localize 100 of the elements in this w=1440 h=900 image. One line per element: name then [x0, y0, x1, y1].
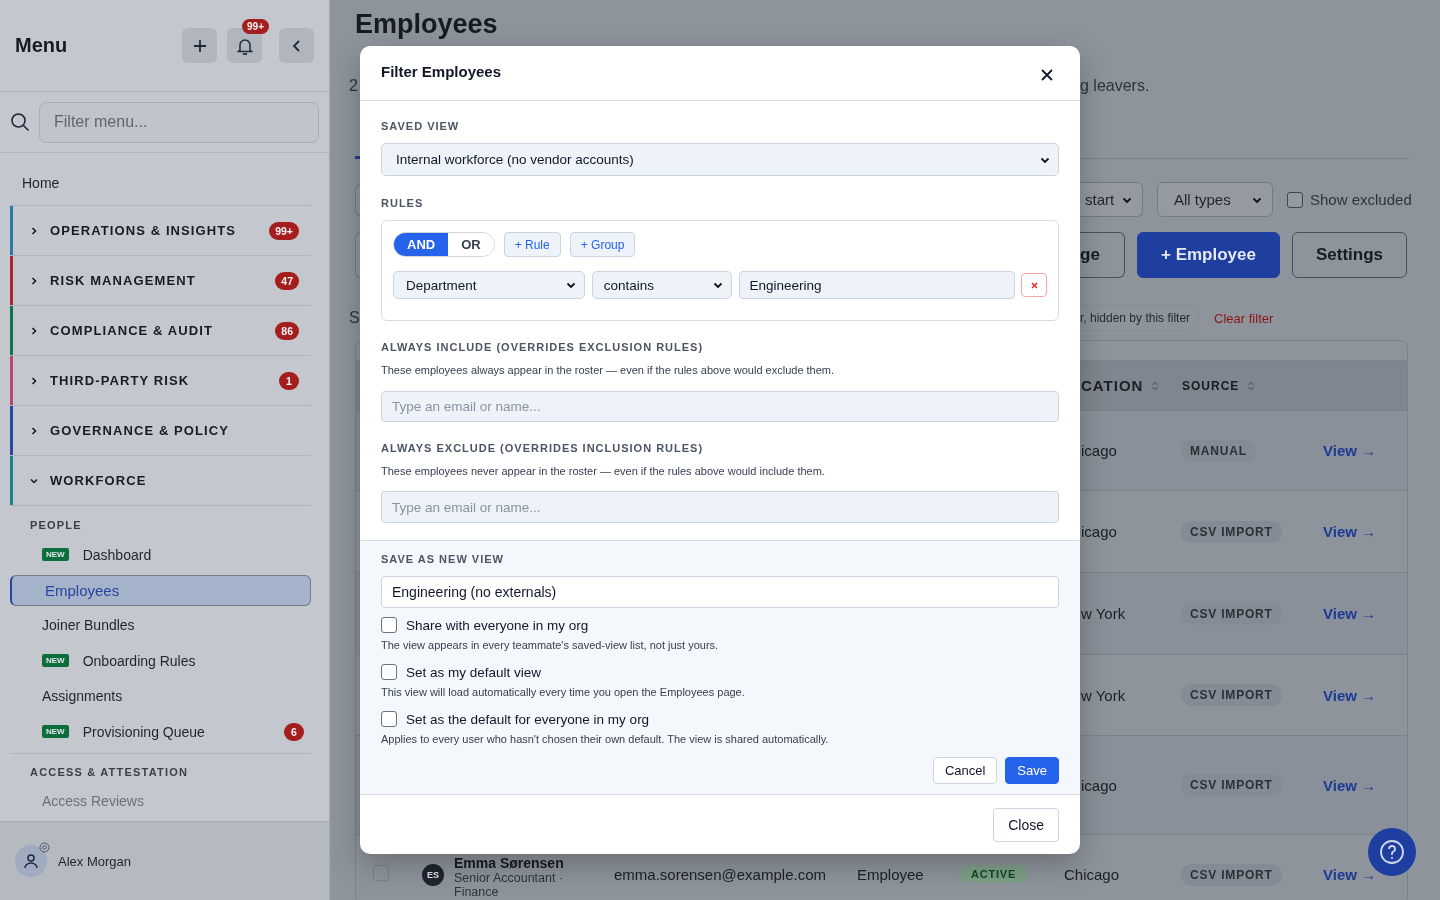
nav-item-label: Dashboard [82, 546, 152, 563]
table-cell: emma.sorensen@example.com [614, 866, 826, 883]
new-badge: NEW [42, 548, 69, 562]
nav-item[interactable]: NEW Provisioning Queue 6 [10, 714, 311, 750]
checkbox[interactable] [381, 711, 397, 727]
close-icon [1041, 69, 1053, 81]
chevron-right-icon [29, 425, 39, 436]
checkbox[interactable] [1287, 191, 1303, 208]
table-cell: w York [1081, 605, 1126, 622]
nav-group[interactable]: RISK MANAGEMENT 47 [10, 256, 311, 306]
add-employee-button[interactable]: + Employee [1137, 232, 1280, 278]
nav-item[interactable]: NEW Onboarding Rules [10, 643, 311, 679]
option-hint: Applies to every user who hasn't chosen their own default. The view is shared automatically. [381, 732, 830, 746]
save-button[interactable]: Save [1005, 757, 1059, 784]
field-description: These employees never appear in the roster — even if the rules above would include them. [381, 464, 826, 478]
count-badge: 6 [284, 722, 304, 741]
nav-group-label: WORKFORCE [50, 473, 148, 488]
nav-group-label: OPERATIONS & INSIGHTS [50, 223, 238, 238]
table-cell: icago [1081, 776, 1117, 794]
table-cell: Chicago [1064, 866, 1120, 883]
people-input[interactable]: Type an email or name... [381, 491, 1059, 523]
table-cell: w York [1081, 686, 1126, 704]
row-checkbox[interactable] [373, 865, 389, 881]
option-hint: This view will load automatically every time you open the Employees page. [381, 685, 746, 699]
close-dialog-button[interactable]: Close [993, 807, 1059, 842]
nav-item[interactable]: Assignments [10, 678, 311, 714]
cancel-button[interactable]: Cancel [932, 757, 998, 784]
notification-badge: 99+ [242, 19, 269, 34]
close-button[interactable] [1039, 67, 1055, 83]
dialog-title: Filter Employees [381, 63, 502, 80]
nav-item-label: Joiner Bundles [42, 617, 135, 634]
nav-group[interactable]: WORKFORCE [10, 456, 311, 506]
source-badge: MANUAL [1181, 439, 1256, 462]
collapse-button[interactable] [279, 28, 314, 63]
source-badge: CSV IMPORT [1181, 774, 1282, 796]
checkbox-label: Show excluded [1310, 191, 1412, 208]
column-header[interactable]: SOURCE [1182, 378, 1256, 393]
field-label: SAVE AS NEW VIEW [381, 552, 505, 566]
operator-toggle[interactable]: AND [394, 233, 449, 256]
source-badge: CSV IMPORT [1181, 864, 1282, 886]
nav-item[interactable]: NEW Dashboard [10, 537, 311, 573]
chevron-right-icon [29, 275, 39, 286]
add-button[interactable]: + Group [569, 232, 636, 257]
checkbox-label: Set as the default for everyone in my org [406, 711, 650, 727]
table-cell: Employee [857, 866, 924, 883]
source-badge: CSV IMPORT [1181, 520, 1282, 543]
people-input[interactable]: Type an email or name... [381, 391, 1059, 422]
page-button[interactable]: ge [1080, 232, 1125, 278]
chevron-down-icon [565, 280, 576, 290]
notifications-button[interactable] [227, 28, 262, 63]
checkbox-label: Set as my default view [406, 664, 542, 680]
avatar[interactable] [15, 845, 47, 877]
nav-item[interactable]: Joiner Bundles [10, 607, 311, 643]
nav-group-label: THIRD-PARTY RISK [50, 373, 191, 388]
sort-icon [1247, 380, 1256, 391]
checkbox[interactable] [381, 664, 397, 680]
source-badge: CSV IMPORT [1181, 602, 1282, 625]
checkbox-label: Share with everyone in my org [406, 617, 589, 633]
gear-icon [39, 842, 50, 853]
page-button[interactable]: Settings [1291, 232, 1408, 278]
nav-group[interactable]: THIRD-PARTY RISK 1 [10, 356, 311, 406]
chevron-right-icon [29, 225, 39, 236]
initials-avatar: ES [422, 864, 444, 886]
count-badge: 1 [279, 371, 299, 390]
subtitle-fragment: 2 [349, 77, 359, 95]
nav-group-label: COMPLIANCE & AUDIT [50, 323, 215, 338]
nav-group[interactable]: GOVERNANCE & POLICY [10, 406, 311, 456]
view-name-input[interactable]: Engineering (no externals) [381, 576, 1059, 608]
section-heading: PEOPLE [29, 518, 83, 533]
operator-select[interactable]: contains [591, 271, 732, 299]
menu-title: Menu [15, 34, 68, 57]
filter-menu-field[interactable]: Filter menu... [39, 101, 319, 143]
employee-name: Emma Sørensen [454, 855, 565, 871]
field-select[interactable]: Department [393, 271, 585, 299]
nav-group[interactable]: COMPLIANCE & AUDIT 86 [10, 306, 311, 356]
nav-item[interactable]: Employees [10, 574, 311, 606]
home-link[interactable]: Home [10, 160, 311, 206]
nav-group[interactable]: OPERATIONS & INSIGHTS 99+ [10, 206, 311, 256]
remove-rule-button[interactable] [1021, 273, 1047, 297]
count-badge: 99+ [269, 221, 299, 240]
filter-chip: r, hidden by this filter [1080, 305, 1200, 331]
nav-item-label: Access Reviews [42, 793, 144, 810]
user-name: Alex Morgan [58, 853, 131, 869]
column-header[interactable]: CATION [1081, 377, 1182, 394]
add-button[interactable]: + Rule [503, 232, 561, 257]
table-cell: icago [1081, 523, 1117, 540]
field-label: ALWAYS EXCLUDE (OVERRIDES INCLUSION RULES) [381, 441, 705, 455]
type-select[interactable]: All types [1157, 182, 1273, 217]
search-icon [10, 112, 30, 132]
nav-item-label: Provisioning Queue [82, 723, 205, 740]
count-badge: 47 [275, 271, 299, 290]
saved-view-select[interactable]: Internal workforce (no vendor accounts) [381, 143, 1059, 176]
option-hint: The view appears in every teammate's saved-view list, not just yours. [381, 638, 720, 652]
date-select[interactable]: start [1080, 182, 1143, 217]
count-badge: 86 [275, 321, 299, 340]
add-button[interactable] [182, 28, 217, 63]
page-title: Employees [355, 8, 498, 41]
checkbox[interactable] [381, 617, 397, 633]
chevron-right-icon [29, 375, 39, 386]
value-input[interactable]: Engineering [738, 271, 1016, 299]
